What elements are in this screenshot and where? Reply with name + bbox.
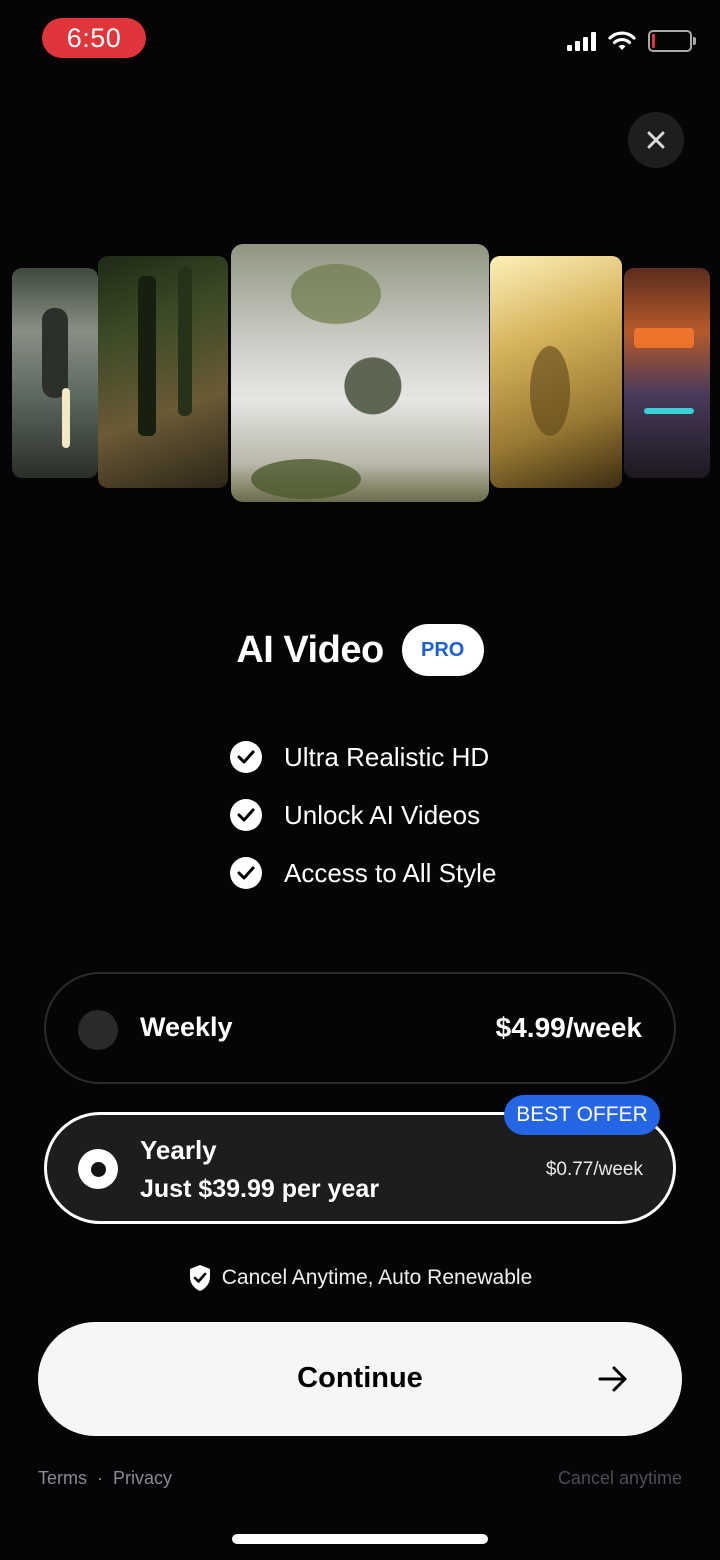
plan-option-weekly[interactable]: Weekly $4.99/week [44, 972, 676, 1084]
terms-link[interactable]: Terms [38, 1468, 87, 1489]
feature-label: Unlock AI Videos [284, 799, 481, 830]
check-icon [230, 799, 262, 831]
preview-card-forest[interactable] [98, 256, 228, 488]
close-button[interactable] [628, 112, 684, 168]
continue-label: Continue [297, 1362, 423, 1394]
cellular-signal-icon [567, 31, 596, 51]
plan-subtitle-yearly: Just $39.99 per year [140, 1175, 380, 1203]
plan-name-weekly: Weekly [140, 1012, 233, 1042]
privacy-link[interactable]: Privacy [113, 1468, 172, 1489]
cancel-anytime-link[interactable]: Cancel anytime [558, 1468, 682, 1489]
feature-item: Ultra Realistic HD [230, 728, 496, 786]
preview-card-robot[interactable] [12, 268, 98, 478]
feature-list: Ultra Realistic HD Unlock AI Videos Acce… [230, 728, 496, 902]
radio-unselected-icon[interactable] [78, 1010, 118, 1050]
feature-label: Ultra Realistic HD [284, 741, 490, 772]
feature-item: Access to All Style [230, 844, 496, 902]
status-icons [567, 30, 696, 52]
preview-carousel[interactable] [0, 240, 720, 510]
preview-card-neon-city[interactable] [624, 268, 710, 478]
home-indicator [232, 1534, 488, 1544]
battery-icon [648, 30, 696, 52]
status-bar: 6:50 [0, 0, 720, 80]
check-icon [230, 857, 262, 889]
radio-selected-icon[interactable] [78, 1149, 118, 1189]
paywall-header: AI Video PRO [0, 624, 720, 676]
cancel-note: Cancel Anytime, Auto Renewable [0, 1264, 720, 1292]
status-time: 6:50 [42, 18, 146, 58]
plan-price-weekly: $4.99/week [495, 1012, 642, 1043]
cancel-note-text: Cancel Anytime, Auto Renewable [221, 1266, 533, 1289]
check-icon [230, 741, 262, 773]
arrow-right-icon [598, 1366, 627, 1392]
feature-label: Access to All Style [284, 857, 497, 888]
wifi-icon [608, 31, 636, 50]
plan-name-yearly: Yearly [140, 1135, 217, 1165]
close-icon [647, 131, 665, 149]
paywall-title: AI Video [236, 628, 384, 671]
best-offer-badge: BEST OFFER [504, 1095, 660, 1135]
plan-rate-yearly: $0.77/week [545, 1159, 643, 1180]
feature-item: Unlock AI Videos [230, 786, 496, 844]
pro-badge: PRO [401, 624, 484, 676]
preview-card-golden-light[interactable] [490, 256, 622, 488]
continue-button[interactable]: Continue [38, 1322, 682, 1436]
preview-card-floating-islands[interactable] [231, 244, 489, 502]
footer-separator: · [97, 1468, 103, 1488]
shield-check-icon [189, 1265, 210, 1291]
